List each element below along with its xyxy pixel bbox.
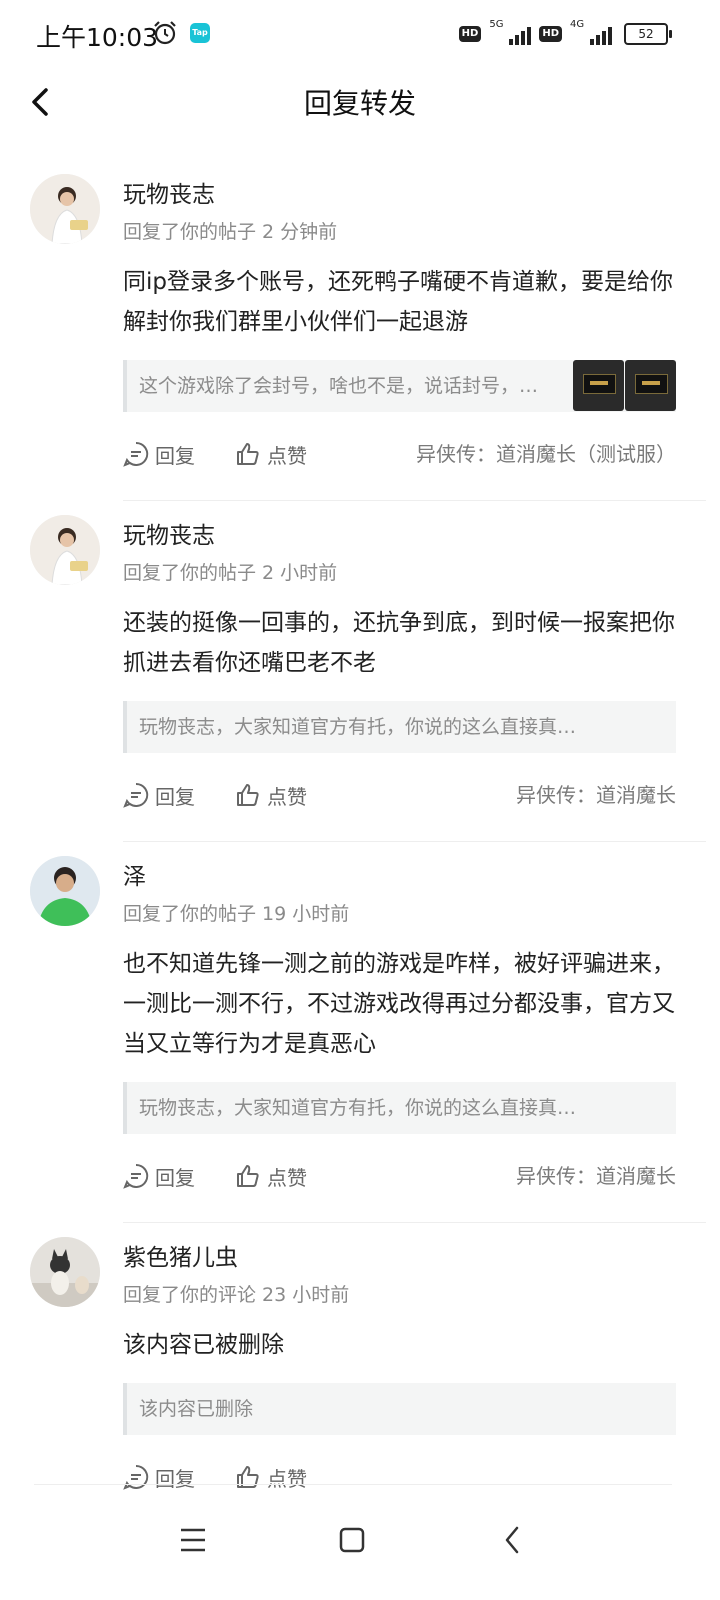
reply-meta: 回复了你的帖子 2 小时前 <box>123 562 338 584</box>
thumbs-up-icon <box>237 443 259 465</box>
reply-button[interactable]: 回复 <box>123 434 195 474</box>
person-avatar-icon <box>30 515 100 585</box>
user-name[interactable]: 泽 <box>123 860 676 894</box>
signal-5g-icon: 5G <box>489 19 532 47</box>
cat-avatar-icon <box>30 1237 100 1307</box>
thumbs-up-icon <box>237 784 259 806</box>
reply-label: 回复 <box>155 784 195 809</box>
reply-label: 回复 <box>155 1165 195 1190</box>
hd-icon: HD <box>458 26 482 42</box>
user-name[interactable]: 玩物丧志 <box>123 178 676 212</box>
comment-icon <box>123 1163 149 1189</box>
user-name[interactable]: 玩物丧志 <box>123 519 676 553</box>
game-tag[interactable]: 异侠传：道消魔长 <box>516 1156 676 1196</box>
quoted-text: 该内容已删除 <box>139 1398 254 1420</box>
avatar[interactable] <box>30 515 100 585</box>
status-time: 上午10:03 <box>36 23 159 52</box>
system-nav-bar <box>0 1480 720 1600</box>
reply-text[interactable]: 还装的挺像一回事的，还抗争到底，到时候一报案把你抓进去看你还嘴巴老不老 <box>123 603 676 683</box>
avatar[interactable] <box>30 856 100 926</box>
post-thumbnail[interactable] <box>573 360 624 411</box>
game-tag[interactable]: 异侠传：道消魔长（测试服） <box>416 434 676 474</box>
reply-meta: 回复了你的帖子 2 分钟前 <box>123 221 338 243</box>
back-icon[interactable] <box>483 1510 543 1570</box>
green-shirt-avatar-icon <box>30 856 100 926</box>
page-title: 回复转发 <box>303 87 416 120</box>
avatar[interactable] <box>30 174 100 244</box>
reply-text[interactable]: 同ip登录多个账号，还死鸭子嘴硬不肯道歉，要是给你解封你我们群里小伙伴们一起退游 <box>123 262 676 342</box>
taptap-app-icon: Tap <box>190 23 210 43</box>
action-bar: 回复 点赞 异侠传：道消魔长 <box>123 775 676 815</box>
reply-meta: 回复了你的评论 23 小时前 <box>123 1284 350 1306</box>
like-button[interactable]: 点赞 <box>235 434 307 474</box>
thumbs-up-icon <box>237 1165 259 1187</box>
signal-4g-label: 4G <box>570 19 585 30</box>
home-icon[interactable] <box>322 1510 382 1570</box>
quoted-post[interactable]: 这个游戏除了会封号，啥也不是，说话封号，… <box>123 360 676 412</box>
reply-meta: 回复了你的帖子 19 小时前 <box>123 903 350 925</box>
post-thumbnail[interactable] <box>625 360 676 411</box>
like-label: 点赞 <box>267 784 307 809</box>
reply-item[interactable]: 紫色猪儿虫 回复了你的评论 23 小时前 该内容已被删除 该内容已删除 回复 点… <box>0 1223 720 1497</box>
user-name[interactable]: 紫色猪儿虫 <box>123 1241 676 1275</box>
comment-icon <box>123 441 149 467</box>
like-button[interactable]: 点赞 <box>235 1156 307 1196</box>
comment-icon <box>123 782 149 808</box>
menu-icon[interactable] <box>163 1510 223 1570</box>
quoted-text: 玩物丧志，大家知道官方有托，你说的这么直接真… <box>139 716 577 738</box>
quoted-text: 这个游戏除了会封号，啥也不是，说话封号，… <box>139 375 539 397</box>
reply-text[interactable]: 也不知道先锋一测之前的游戏是咋样，被好评骗进来，一测比一测不行，不过游戏改得再过… <box>123 944 676 1064</box>
like-button[interactable]: 点赞 <box>235 775 307 815</box>
quoted-post[interactable]: 玩物丧志，大家知道官方有托，你说的这么直接真… <box>123 701 676 753</box>
reply-item[interactable]: 泽 回复了你的帖子 19 小时前 也不知道先锋一测之前的游戏是咋样，被好评骗进来… <box>0 842 720 1223</box>
reply-item[interactable]: 玩物丧志 回复了你的帖子 2 小时前 还装的挺像一回事的，还抗争到底，到时候一报… <box>0 501 720 842</box>
divider <box>34 1484 672 1485</box>
battery-icon: 52 <box>624 23 672 45</box>
action-bar: 回复 点赞 异侠传：道消魔长 <box>123 1156 676 1196</box>
reply-item[interactable]: 玩物丧志 回复了你的帖子 2 分钟前 同ip登录多个账号，还死鸭子嘴硬不肯道歉，… <box>0 160 720 501</box>
reply-button[interactable]: 回复 <box>123 775 195 815</box>
action-bar: 回复 点赞 异侠传：道消魔长（测试服） <box>123 434 676 474</box>
reply-label: 回复 <box>155 443 195 468</box>
hd-icon-2: HD <box>539 26 562 42</box>
signal-4g-icon: 4G <box>570 19 612 47</box>
quoted-post[interactable]: 该内容已删除 <box>123 1383 676 1435</box>
person-avatar-icon <box>30 174 100 244</box>
avatar[interactable] <box>30 1237 100 1307</box>
signal-5g-label: 5G <box>489 19 504 30</box>
status-bar: 上午10:03 Tap HD 5G HD 4G 52 <box>0 0 720 70</box>
quoted-text: 玩物丧志，大家知道官方有托，你说的这么直接真… <box>139 1097 577 1119</box>
reply-button[interactable]: 回复 <box>123 1156 195 1196</box>
reply-text[interactable]: 该内容已被删除 <box>123 1325 676 1365</box>
like-label: 点赞 <box>267 1165 307 1190</box>
quoted-post[interactable]: 玩物丧志，大家知道官方有托，你说的这么直接真… <box>123 1082 676 1134</box>
alarm-icon <box>154 21 176 45</box>
reply-list: 玩物丧志 回复了你的帖子 2 分钟前 同ip登录多个账号，还死鸭子嘴硬不肯道歉，… <box>0 160 720 1497</box>
game-tag[interactable]: 异侠传：道消魔长 <box>516 775 676 815</box>
like-label: 点赞 <box>267 443 307 468</box>
header: 回复转发 <box>0 70 720 134</box>
